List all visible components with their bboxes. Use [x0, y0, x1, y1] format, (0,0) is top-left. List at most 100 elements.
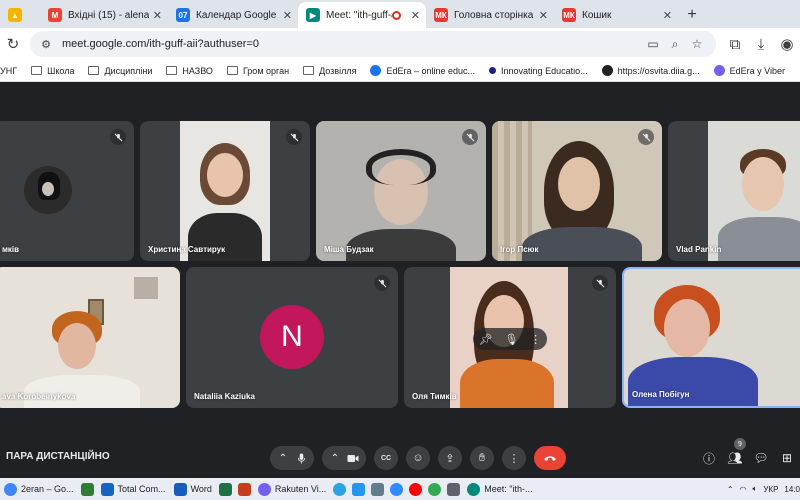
extensions-icon[interactable]: ⧉	[722, 31, 748, 57]
taskbar-app-zoom[interactable]	[387, 478, 406, 500]
tab-home[interactable]: МК Головна сторінка ✕	[426, 2, 554, 28]
pin-icon[interactable]: 📌︎	[479, 333, 493, 346]
close-icon[interactable]: ✕	[153, 9, 162, 22]
language-indicator[interactable]: УКР	[763, 485, 778, 494]
mic-off-icon	[638, 129, 654, 145]
participant-tile[interactable]: Vlad Pankin	[668, 121, 800, 261]
reload-icon[interactable]: ↻	[0, 31, 26, 57]
tab-cart[interactable]: МК Кошик ✕	[554, 2, 678, 28]
present-screen-icon[interactable]: ⇪	[438, 446, 462, 470]
taskbar-app-viber[interactable]: Rakuten Vi...	[254, 478, 330, 500]
bookmarks-bar: УНГ Школа Дисципліни НАЗВО Гром орган До…	[0, 60, 800, 82]
chevron-up-icon[interactable]: ⌃	[326, 449, 344, 467]
participant-tile[interactable]: Ігор Псюк	[492, 121, 662, 261]
video-camera-icon[interactable]	[344, 449, 362, 467]
participant-name: Оля Тимків	[412, 392, 457, 401]
headphones	[366, 149, 436, 185]
tab-meet[interactable]: ▶ Meet: "ith-guff-ai ✕	[298, 2, 426, 28]
system-tray: ⌃ ◠ 🔈︎ УКР 14:0	[716, 478, 800, 500]
bookmark-folder[interactable]: Дозвілля	[303, 66, 356, 76]
participant-tile[interactable]: Міша Будзак	[316, 121, 486, 261]
download-icon[interactable]: ⤓	[748, 31, 774, 57]
participant-tile[interactable]: Христина Савтирук	[140, 121, 310, 261]
taskbar-app-chrome[interactable]: 2eran – Go...	[0, 478, 78, 500]
powerpoint-icon	[237, 482, 251, 496]
taskbar-app-telegram[interactable]	[330, 478, 349, 500]
camera-control[interactable]: ⌃	[322, 446, 366, 470]
bookmark-folder[interactable]: НАЗВО	[166, 66, 213, 76]
taskbar-app-youtube[interactable]	[406, 478, 425, 500]
participant-count-badge: 9	[734, 438, 746, 450]
people-icon[interactable]: 👥︎ 9	[722, 438, 748, 470]
new-tab-button[interactable]: +	[678, 2, 706, 28]
taskbar-app-excel[interactable]	[216, 478, 235, 500]
main-controls: ⌃ ⌃ CC ☺ ⇪ ✋︎ ⋮	[270, 446, 566, 470]
captions-button[interactable]: CC	[374, 446, 398, 470]
bookmark-folder[interactable]: Дисципліни	[88, 66, 152, 76]
taskbar-app-word[interactable]: Word	[170, 478, 216, 500]
recording-icon	[391, 10, 401, 20]
site-info-icon[interactable]: ⚙	[38, 36, 54, 52]
bookmark-folder[interactable]: УНГ	[0, 66, 17, 76]
taskbar-label: Word	[190, 484, 212, 494]
tab-title: Головна сторінка	[454, 9, 534, 21]
end-call-button[interactable]	[534, 446, 566, 470]
participant-tile-active-speaker[interactable]: Олена Побігун	[622, 267, 800, 408]
emoji-icon[interactable]: ☺	[406, 446, 430, 470]
participant-tile[interactable]: мків	[0, 121, 134, 261]
activities-icon[interactable]: ⊞	[774, 446, 800, 470]
url-text[interactable]: meet.google.com/ith-guff-aii?authuser=0	[62, 38, 642, 50]
close-icon[interactable]: ✕	[411, 9, 420, 22]
clock[interactable]: 14:0	[784, 485, 800, 494]
bookmark-folder[interactable]: Гром орган	[226, 66, 289, 76]
bookmark-viber[interactable]: EdEra у Viber	[713, 65, 785, 76]
taskbar-app-totalcmd[interactable]: Total Com...	[97, 478, 170, 500]
participant-name: Ігор Псюк	[500, 245, 539, 254]
close-icon[interactable]: ✕	[663, 9, 672, 22]
bookmark-innovating[interactable]: Innovating Educatio...	[489, 66, 588, 76]
bookmark-folder[interactable]: Школа	[31, 66, 74, 76]
mic-icon[interactable]	[292, 449, 310, 467]
bookmark-star-icon[interactable]: ☆	[686, 37, 708, 51]
chevron-up-icon[interactable]: ⌃	[274, 449, 292, 467]
mute-participant-icon[interactable]: 🎙︎	[505, 333, 519, 346]
volume-icon[interactable]: 🔈︎	[753, 484, 758, 494]
app-icon	[447, 482, 461, 496]
gmail-icon: M	[48, 8, 62, 22]
taskbar-app[interactable]	[78, 478, 97, 500]
close-icon[interactable]: ✕	[539, 9, 548, 22]
bookmark-label: Дисципліни	[104, 65, 153, 76]
raise-hand-icon[interactable]: ✋︎	[470, 446, 494, 470]
bookmark-label: EdEra – online educ...	[386, 65, 476, 76]
more-options-icon[interactable]: ⋮	[530, 333, 541, 346]
taskbar-app[interactable]	[349, 478, 368, 500]
tab-pinned[interactable]: ▲	[0, 2, 40, 28]
chat-icon[interactable]: 💬︎	[748, 446, 774, 470]
more-options-icon[interactable]: ⋮	[502, 446, 526, 470]
participant-tile[interactable]: ava Korobeinykova	[0, 267, 180, 408]
info-icon[interactable]: ⓘ	[696, 446, 722, 470]
tab-gmail[interactable]: M Вхідні (15) - alenapol ✕	[40, 2, 168, 28]
participant-name: Міша Будзак	[324, 245, 374, 254]
app-icon	[352, 482, 366, 496]
mic-control[interactable]: ⌃	[270, 446, 314, 470]
taskbar-app-meet[interactable]: Meet: "ith-...	[463, 478, 536, 500]
profile-icon[interactable]: ◉	[774, 31, 800, 57]
camera-icon[interactable]: ▭	[642, 37, 664, 51]
taskbar-app[interactable]	[425, 478, 444, 500]
taskbar-app[interactable]	[444, 478, 463, 500]
taskbar-app-camera[interactable]	[368, 478, 387, 500]
zoom-icon[interactable]: ⌕	[664, 37, 686, 52]
chevron-up-icon[interactable]: ⌃	[727, 485, 734, 494]
close-icon[interactable]: ✕	[283, 9, 292, 22]
tab-calendar[interactable]: 07 Календар Google - ( ✕	[168, 2, 298, 28]
youtube-icon	[409, 482, 423, 496]
address-bar[interactable]: ⚙ meet.google.com/ith-guff-aii?authuser=…	[30, 31, 716, 57]
bookmark-edera[interactable]: EdEra – online educ...	[370, 65, 475, 76]
bookmark-osvita[interactable]: https://osvita.diia.g...	[601, 65, 700, 76]
taskbar-app-powerpoint[interactable]	[235, 478, 254, 500]
network-icon[interactable]: ◠	[740, 485, 747, 494]
participant-tile[interactable]: N Nataliia Kaziuka	[186, 267, 398, 408]
video-feed	[180, 121, 270, 261]
face	[58, 323, 96, 369]
